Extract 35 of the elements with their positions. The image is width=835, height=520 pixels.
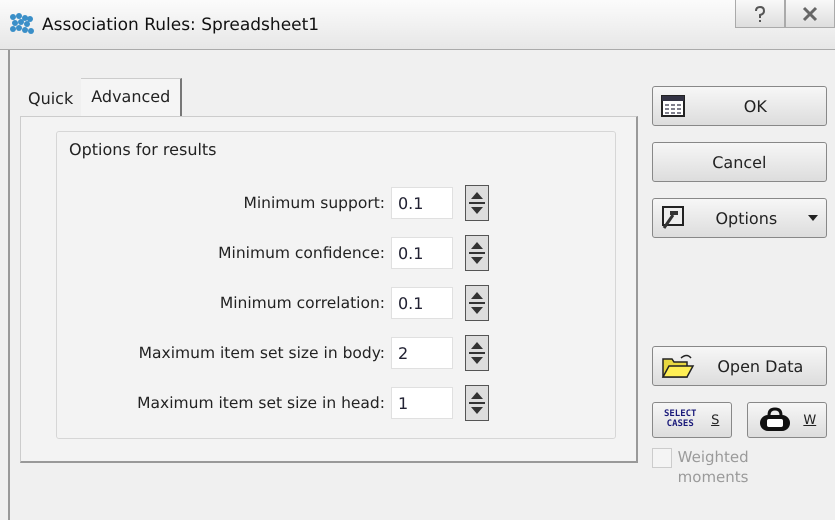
close-icon xyxy=(801,6,819,22)
spreadsheet-icon xyxy=(660,95,685,117)
open-data-button[interactable]: Open Data xyxy=(652,346,827,386)
field-label: Maximum item set size in body: xyxy=(138,344,385,362)
input-field[interactable]: 1 xyxy=(391,387,453,419)
close-button[interactable] xyxy=(785,0,835,28)
tab[interactable]: Quick xyxy=(20,81,82,116)
window-title: Association Rules: Spreadsheet1 xyxy=(42,14,320,34)
select-cases-icon: SELECT CASES xyxy=(664,410,696,430)
field-label: Minimum correlation: xyxy=(220,294,385,312)
spinner[interactable] xyxy=(465,385,489,421)
dropdown-arrow-icon xyxy=(808,215,818,221)
field-label: Maximum item set size in head: xyxy=(137,394,385,412)
help-button[interactable] xyxy=(735,0,785,28)
input-field[interactable]: 0.1 xyxy=(391,187,453,219)
options-button[interactable]: Options xyxy=(652,198,827,238)
tab[interactable]: Advanced xyxy=(81,78,182,116)
spinner[interactable] xyxy=(465,235,489,271)
field-label: Minimum confidence: xyxy=(218,244,385,262)
app-icon xyxy=(10,12,36,36)
field-label: Minimum support: xyxy=(244,194,385,212)
ok-button[interactable]: OK xyxy=(652,86,827,126)
group-title: Options for results xyxy=(69,140,217,159)
spinner[interactable] xyxy=(465,335,489,371)
input-field[interactable]: 0.1 xyxy=(391,237,453,269)
select-cases-button[interactable]: SELECT CASES S xyxy=(652,402,732,438)
checkbox-label: Weighted moments xyxy=(678,448,750,487)
weight-button[interactable]: W xyxy=(747,402,827,438)
input-field[interactable]: 0.1 xyxy=(391,287,453,319)
cancel-button[interactable]: Cancel xyxy=(652,142,827,182)
spinner[interactable] xyxy=(465,185,489,221)
input-field[interactable]: 2 xyxy=(391,337,453,369)
spinner[interactable] xyxy=(465,285,489,321)
help-icon xyxy=(753,4,767,22)
folder-icon xyxy=(660,353,695,379)
